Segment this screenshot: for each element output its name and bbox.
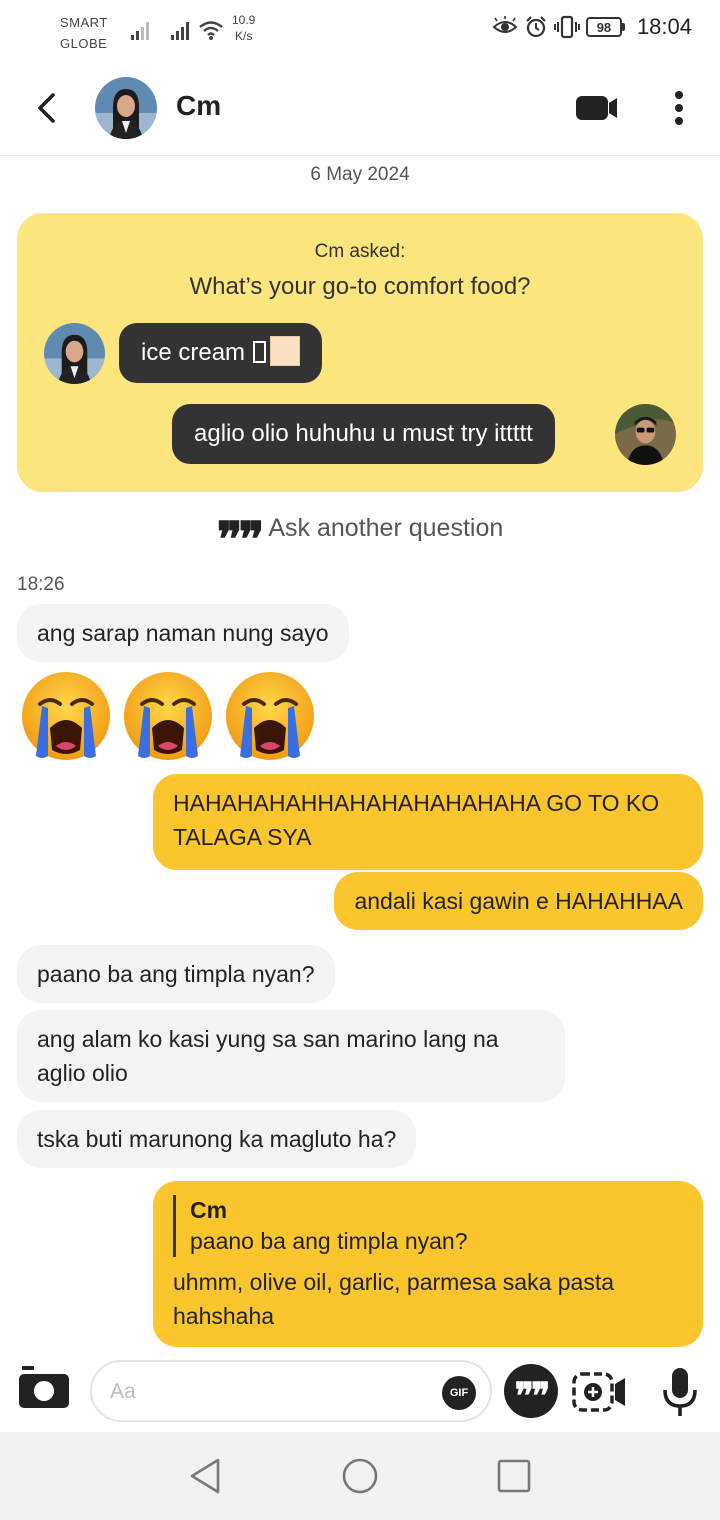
battery-level: 98 bbox=[585, 17, 622, 37]
carrier-label: SMART GLOBE bbox=[60, 12, 108, 54]
nav-recents-button[interactable] bbox=[494, 1456, 534, 1496]
message-text: paano ba ang timpla nyan? bbox=[37, 961, 315, 987]
chat-header: Cm bbox=[0, 62, 720, 156]
quoted-text: paano ba ang timpla nyan? bbox=[190, 1228, 468, 1254]
network-speed-value: 10.9 bbox=[232, 13, 256, 27]
contact-name[interactable]: Cm bbox=[176, 90, 221, 122]
network-speed-unit: K/s bbox=[235, 29, 253, 43]
quote-icon: ❞❞ bbox=[216, 512, 265, 568]
question-asked-by: Cm asked: bbox=[314, 241, 406, 262]
nav-back-button[interactable] bbox=[186, 1456, 226, 1496]
back-button[interactable] bbox=[30, 90, 66, 126]
chat-date: 6 May 2024 bbox=[310, 164, 410, 185]
camera-button[interactable] bbox=[17, 1366, 71, 1410]
message-text: ang alam ko kasi yung sa san marino lang… bbox=[37, 1026, 499, 1086]
message-input[interactable] bbox=[110, 1374, 430, 1410]
eye-comfort-icon bbox=[492, 16, 518, 33]
microphone-button[interactable] bbox=[660, 1366, 700, 1418]
alarm-icon bbox=[526, 16, 546, 38]
incoming-message[interactable]: tska buti marunong ka magluto ha? bbox=[17, 1110, 417, 1168]
carrier-line-2: GLOBE bbox=[60, 36, 108, 51]
my-avatar bbox=[615, 404, 676, 465]
gif-button[interactable]: GIF bbox=[442, 1376, 476, 1410]
contact-avatar[interactable] bbox=[95, 77, 157, 139]
signal-2-icon bbox=[171, 22, 189, 40]
quoted-message[interactable]: Cm paano ba ang timpla nyan? bbox=[173, 1195, 683, 1257]
message-text: HAHAHAHAHHAHAHAHAHAHAHA GO TO KO TALAGA … bbox=[173, 790, 660, 850]
their-answer-bubble[interactable]: ice cream bbox=[119, 323, 323, 383]
message-text: ang sarap naman nung sayo bbox=[37, 620, 329, 646]
status-icons: 98 18:04 bbox=[492, 14, 692, 40]
ask-another-question-button[interactable]: ❞❞ Ask another question bbox=[0, 512, 720, 568]
incoming-message[interactable]: ang sarap naman nung sayo bbox=[17, 604, 349, 662]
question-game-button[interactable]: ❞❞ bbox=[504, 1364, 558, 1418]
incoming-message[interactable]: ang alam ko kasi yung sa san marino lang… bbox=[17, 1010, 565, 1102]
emoji-message[interactable] bbox=[18, 668, 318, 764]
outgoing-reply-message[interactable]: Cm paano ba ang timpla nyan? uhmm, olive… bbox=[153, 1181, 703, 1347]
status-bar: SMART GLOBE 10.9 K/s 98 18:04 bbox=[0, 0, 720, 62]
status-time: 18:04 bbox=[636, 14, 692, 39]
wifi-icon bbox=[199, 21, 223, 40]
message-text: andali kasi gawin e HAHAHHAA bbox=[354, 888, 683, 914]
more-options-button[interactable] bbox=[664, 88, 694, 128]
ask-another-label: Ask another question bbox=[268, 514, 504, 542]
question-text: What’s your go-to comfort food? bbox=[189, 273, 531, 300]
contact-avatar-small bbox=[44, 323, 105, 384]
outgoing-message[interactable]: HAHAHAHAHHAHAHAHAHAHAHA GO TO KO TALAGA … bbox=[153, 774, 703, 870]
message-input-wrapper: GIF bbox=[90, 1360, 492, 1422]
my-answer-text: aglio olio huhuhu u must try ittttt bbox=[194, 420, 533, 447]
question-game-card: Cm asked: What’s your go-to comfort food… bbox=[17, 213, 703, 492]
message-time: 18:26 bbox=[17, 574, 65, 595]
message-composer: GIF ❞❞ bbox=[0, 1352, 720, 1432]
video-note-button[interactable] bbox=[571, 1370, 629, 1414]
message-text: tska buti marunong ka magluto ha? bbox=[37, 1126, 397, 1152]
loudly-crying-face-icon bbox=[22, 672, 110, 760]
signal-1-icon bbox=[131, 22, 149, 40]
network-speed: 10.9 K/s bbox=[232, 12, 255, 44]
incoming-message[interactable]: paano ba ang timpla nyan? bbox=[17, 945, 335, 1003]
my-answer-bubble[interactable]: aglio olio huhuhu u must try ittttt bbox=[172, 404, 555, 464]
their-answer-text: ice cream bbox=[141, 339, 246, 366]
loudly-crying-face-icon bbox=[226, 672, 314, 760]
loudly-crying-face-icon bbox=[124, 672, 212, 760]
nav-home-button[interactable] bbox=[340, 1456, 380, 1496]
battery-icon: 98 bbox=[585, 17, 625, 37]
skin-tone-icon bbox=[270, 336, 301, 366]
quoted-sender: Cm bbox=[190, 1197, 228, 1223]
message-text: uhmm, olive oil, garlic, parmesa saka pa… bbox=[173, 1269, 615, 1329]
system-navigation-bar bbox=[0, 1432, 720, 1520]
missing-glyph-icon bbox=[253, 341, 267, 363]
carrier-line-1: SMART bbox=[60, 15, 108, 30]
outgoing-message[interactable]: andali kasi gawin e HAHAHHAA bbox=[334, 872, 703, 930]
vibrate-icon bbox=[553, 15, 580, 39]
video-call-button[interactable] bbox=[574, 92, 620, 124]
